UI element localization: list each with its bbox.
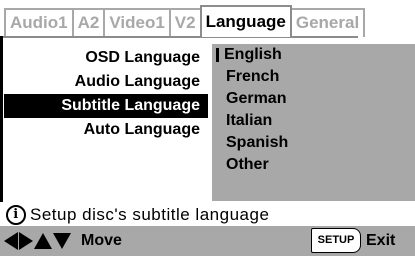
option-italian[interactable]: Italian bbox=[212, 110, 415, 132]
tab-audio1[interactable]: Audio1 bbox=[4, 8, 74, 37]
menu-item-auto-language[interactable]: Auto Language bbox=[4, 118, 208, 142]
tab-bar: Audio1 A2 Video1 V2 Language General bbox=[4, 5, 366, 37]
exit-label: Exit bbox=[366, 232, 396, 249]
dvd-setup-screen: Audio1 A2 Video1 V2 Language General OSD… bbox=[0, 0, 415, 256]
option-label: Spanish bbox=[226, 134, 289, 151]
option-spanish[interactable]: Spanish bbox=[212, 132, 415, 154]
tab-video1[interactable]: Video1 bbox=[103, 8, 171, 37]
menu-item-osd-language[interactable]: OSD Language bbox=[4, 46, 208, 70]
option-french[interactable]: French bbox=[212, 66, 415, 88]
option-label: French bbox=[226, 68, 280, 85]
arrow-down-icon bbox=[53, 233, 71, 249]
tab-a2[interactable]: A2 bbox=[71, 8, 106, 37]
info-icon: i bbox=[6, 204, 26, 225]
move-label: Move bbox=[81, 232, 122, 249]
option-label: German bbox=[226, 90, 287, 107]
option-label: Italian bbox=[226, 112, 273, 129]
menu-item-subtitle-language[interactable]: Subtitle Language bbox=[4, 94, 208, 118]
option-other[interactable]: Other bbox=[212, 154, 415, 176]
help-text: Setup disc's subtitle language bbox=[30, 204, 270, 224]
tab-v2[interactable]: V2 bbox=[168, 8, 202, 37]
menu-item-audio-language[interactable]: Audio Language bbox=[4, 70, 208, 94]
tab-general[interactable]: General bbox=[289, 8, 366, 37]
option-english[interactable]: English bbox=[212, 44, 415, 66]
direction-arrows bbox=[4, 232, 71, 250]
subtitle-options-panel: English French German Italian Spanish Ot… bbox=[212, 44, 415, 201]
setup-button[interactable]: SETUP bbox=[311, 228, 361, 253]
language-menu: OSD Language Audio Language Subtitle Lan… bbox=[4, 46, 208, 142]
arrow-up-icon bbox=[34, 233, 52, 249]
current-selection-marker-icon bbox=[216, 48, 219, 62]
arrow-right-icon bbox=[19, 232, 33, 250]
navigation-bar: Move SETUP Exit bbox=[0, 226, 415, 256]
help-line: i Setup disc's subtitle language bbox=[0, 202, 415, 226]
option-label: Other bbox=[226, 156, 269, 173]
option-german[interactable]: German bbox=[212, 88, 415, 110]
arrow-left-icon bbox=[4, 232, 18, 250]
option-label: English bbox=[224, 46, 282, 63]
tab-language[interactable]: Language bbox=[199, 5, 292, 37]
